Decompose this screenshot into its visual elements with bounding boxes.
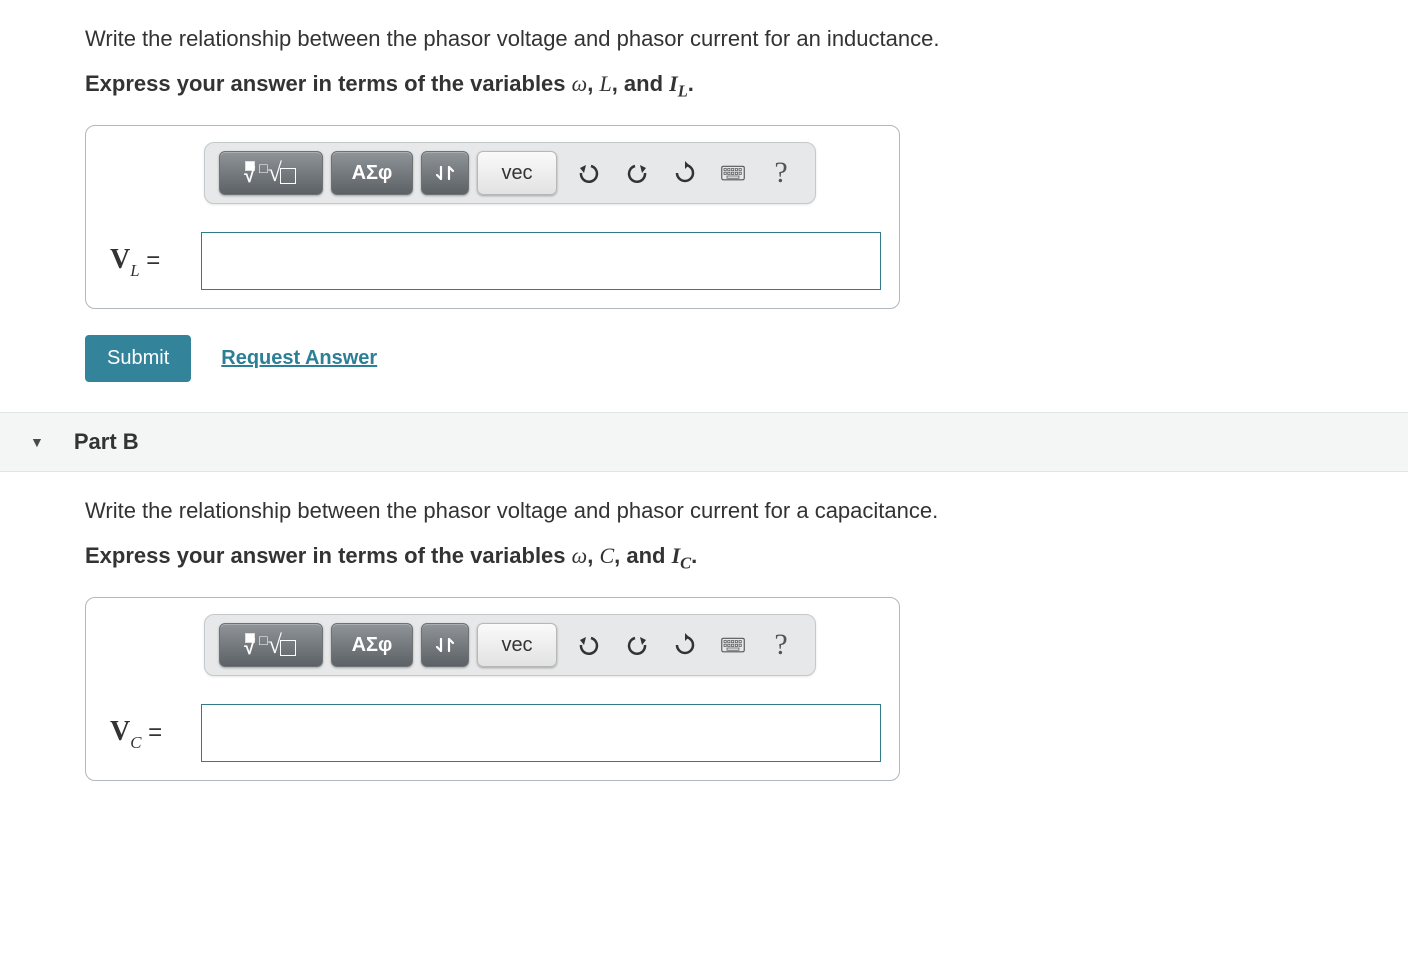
help-icon: ? bbox=[774, 156, 787, 190]
root-icon: □ √ bbox=[259, 630, 296, 660]
answer-row: VL = bbox=[104, 232, 881, 290]
redo-icon bbox=[625, 161, 649, 185]
templates-button[interactable]: √ □ √ bbox=[219, 151, 323, 195]
redo-button-b[interactable] bbox=[617, 624, 657, 666]
help-button-b[interactable]: ? bbox=[761, 624, 801, 666]
sub-sup-icon bbox=[433, 633, 457, 657]
redo-button[interactable] bbox=[617, 152, 657, 194]
answer-panel-b: √ □ √ ΑΣφ vec bbox=[85, 597, 900, 781]
keyboard-button[interactable] bbox=[713, 152, 753, 194]
answer-input[interactable] bbox=[201, 232, 881, 290]
root-icon: □ √ bbox=[259, 158, 296, 188]
templates-button-b[interactable]: √ □ √ bbox=[219, 623, 323, 667]
answer-input-b[interactable] bbox=[201, 704, 881, 762]
reset-button[interactable] bbox=[665, 152, 705, 194]
greek-button-b[interactable]: ΑΣφ bbox=[331, 623, 413, 667]
subscript-superscript-button[interactable] bbox=[421, 151, 469, 195]
var-I-sub-b: C bbox=[680, 553, 691, 572]
instruction-text: Write the relationship between the phaso… bbox=[85, 24, 1378, 55]
undo-button-b[interactable] bbox=[569, 624, 609, 666]
answer-variable-label-b: VC = bbox=[104, 716, 201, 751]
sep2: , and bbox=[612, 71, 669, 96]
part-a-section: Write the relationship between the phaso… bbox=[0, 0, 1408, 412]
undo-icon bbox=[577, 633, 601, 657]
answer-row-b: VC = bbox=[104, 704, 881, 762]
subscript-superscript-button-b[interactable] bbox=[421, 623, 469, 667]
vec-button-b[interactable]: vec bbox=[477, 623, 557, 667]
reset-icon bbox=[673, 161, 697, 185]
var-I-b: I bbox=[672, 543, 681, 568]
equation-toolbar: √ □ √ ΑΣφ vec bbox=[204, 142, 816, 204]
sep1-b: , bbox=[587, 543, 599, 568]
part-b-section: Write the relationship between the phaso… bbox=[0, 472, 1408, 811]
help-button[interactable]: ? bbox=[761, 152, 801, 194]
label-sub-b: C bbox=[130, 733, 141, 752]
part-b-title: Part B bbox=[74, 429, 139, 455]
keyboard-icon bbox=[721, 633, 745, 657]
equation-toolbar-b: √ □ √ ΑΣφ vec bbox=[204, 614, 816, 676]
reset-button-b[interactable] bbox=[665, 624, 705, 666]
answer-panel-a: √ □ √ ΑΣφ vec bbox=[85, 125, 900, 309]
action-row: Submit Request Answer bbox=[85, 335, 1378, 382]
express-line-b: Express your answer in terms of the vari… bbox=[85, 543, 1378, 573]
help-icon: ? bbox=[774, 628, 787, 662]
submit-button[interactable]: Submit bbox=[85, 335, 191, 382]
sep2-b: , and bbox=[614, 543, 671, 568]
label-eq-b: = bbox=[141, 719, 162, 746]
var-omega-b: ω bbox=[572, 543, 588, 568]
answer-variable-label: VL = bbox=[104, 244, 201, 279]
var-I: I bbox=[669, 71, 678, 96]
label-sub: L bbox=[130, 261, 139, 280]
keyboard-icon bbox=[721, 161, 745, 185]
express-line: Express your answer in terms of the vari… bbox=[85, 71, 1378, 101]
label-eq: = bbox=[140, 247, 161, 274]
express-prefix: Express your answer in terms of the vari… bbox=[85, 71, 572, 96]
express-prefix-b: Express your answer in terms of the vari… bbox=[85, 543, 572, 568]
express-suffix: . bbox=[688, 71, 694, 96]
label-V-b: V bbox=[110, 716, 130, 747]
sub-sup-icon bbox=[433, 161, 457, 185]
fraction-icon: √ bbox=[244, 167, 255, 180]
part-b-header[interactable]: ▼ Part B bbox=[0, 412, 1408, 472]
keyboard-button-b[interactable] bbox=[713, 624, 753, 666]
var-L: L bbox=[599, 71, 611, 96]
express-suffix-b: . bbox=[691, 543, 697, 568]
var-I-sub: L bbox=[678, 81, 688, 100]
sep1: , bbox=[587, 71, 599, 96]
instruction-text-b: Write the relationship between the phaso… bbox=[85, 496, 1378, 527]
label-V: V bbox=[110, 244, 130, 275]
var-C: C bbox=[599, 543, 614, 568]
var-omega: ω bbox=[572, 71, 588, 96]
vec-button[interactable]: vec bbox=[477, 151, 557, 195]
fraction-icon: √ bbox=[244, 639, 255, 652]
greek-button[interactable]: ΑΣφ bbox=[331, 151, 413, 195]
request-answer-link[interactable]: Request Answer bbox=[221, 347, 377, 370]
redo-icon bbox=[625, 633, 649, 657]
undo-icon bbox=[577, 161, 601, 185]
collapse-icon: ▼ bbox=[30, 434, 44, 450]
undo-button[interactable] bbox=[569, 152, 609, 194]
reset-icon bbox=[673, 633, 697, 657]
